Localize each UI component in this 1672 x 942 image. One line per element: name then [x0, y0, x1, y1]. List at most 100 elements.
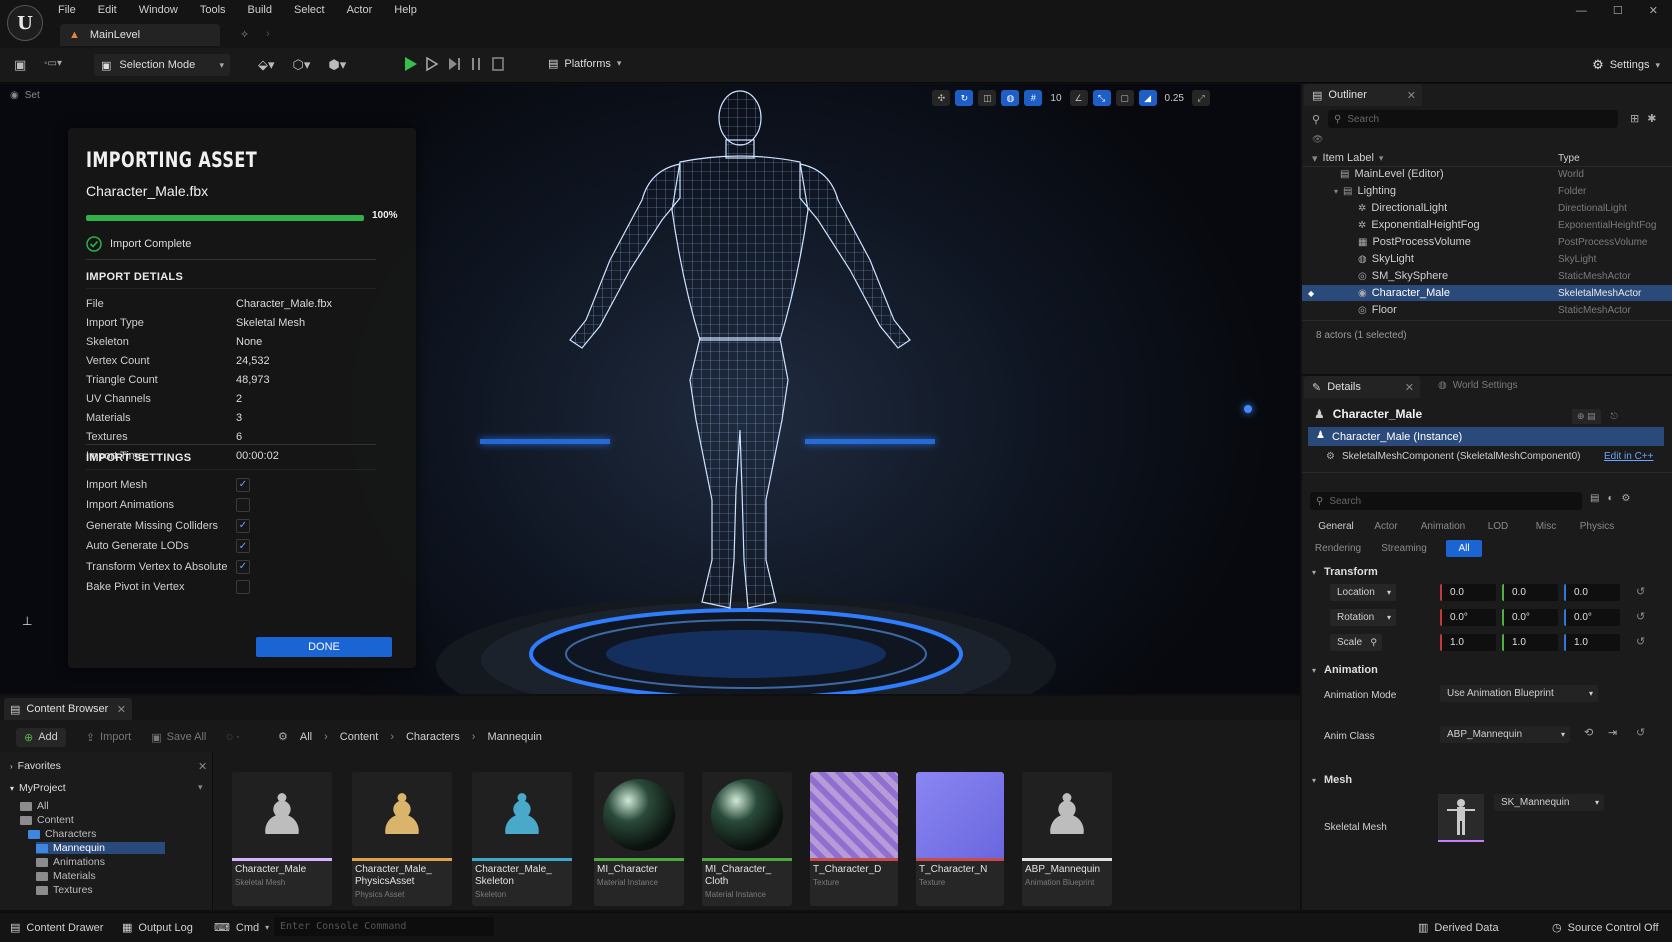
- component-row[interactable]: SkeletalMeshComponent (SkeletalMeshCompo…: [1342, 451, 1580, 462]
- menu-build[interactable]: Build: [248, 4, 272, 16]
- favorites-header[interactable]: › Favorites: [10, 760, 61, 772]
- anim-class-dropdown[interactable]: ABP_Mannequin ▾: [1440, 726, 1570, 743]
- output-log-button[interactable]: ▦ Output Log: [122, 921, 193, 935]
- grid-snap-icon[interactable]: #: [1024, 90, 1043, 106]
- reset-icon[interactable]: ↺: [1636, 635, 1645, 648]
- scale-z-field[interactable]: 1.0: [1564, 634, 1620, 651]
- outliner-settings-icon[interactable]: ✱: [1647, 112, 1656, 125]
- asset-tile[interactable]: ♟ Character_Male Skeletal Mesh: [232, 772, 332, 906]
- close-icon[interactable]: ✕: [198, 760, 207, 773]
- translate-icon[interactable]: ✣: [932, 90, 951, 106]
- source-control-icon[interactable]: ◦▭▾: [44, 58, 62, 69]
- category-actor[interactable]: Actor: [1366, 518, 1406, 535]
- add-component-icon[interactable]: ⊕ ▤: [1572, 409, 1601, 424]
- outliner-row[interactable]: ◎ SM_SkySphere StaticMeshActor: [1302, 268, 1672, 284]
- play-options-icon[interactable]: [424, 55, 440, 73]
- folder-content[interactable]: Content: [20, 814, 74, 826]
- scale-snap-icon[interactable]: ⤡: [1092, 90, 1111, 106]
- window-maximize-icon[interactable]: ☐: [1613, 4, 1623, 17]
- project-header[interactable]: ▾ MyProject: [10, 782, 66, 794]
- location-dropdown[interactable]: Location ▾: [1330, 584, 1396, 601]
- viewport-options[interactable]: ◉ Set: [10, 90, 40, 101]
- breadcrumb-content[interactable]: Content: [340, 731, 379, 743]
- category-lod[interactable]: LOD: [1480, 518, 1516, 535]
- camera-speed-value[interactable]: 0.25: [1162, 93, 1187, 104]
- rotation-y-field[interactable]: 0.0°: [1502, 609, 1558, 626]
- outliner-row[interactable]: ◍ SkyLight SkyLight: [1302, 251, 1672, 267]
- mesh-section[interactable]: ▾ Mesh: [1302, 770, 1672, 790]
- close-icon[interactable]: ✕: [117, 703, 126, 716]
- outliner-search-input[interactable]: ⚲ Search: [1328, 110, 1618, 128]
- folder-characters[interactable]: Characters: [28, 828, 96, 840]
- setting-checkbox[interactable]: ✓: [236, 518, 250, 533]
- folder-textures[interactable]: Textures: [36, 884, 93, 896]
- folder-mannequin[interactable]: Mannequin: [36, 842, 165, 854]
- property-matrix-icon[interactable]: ▤: [1590, 493, 1599, 504]
- tab-content-browser[interactable]: ▤ Content Browser ✕: [4, 698, 132, 720]
- save-all-button[interactable]: ▣ Save All: [151, 731, 206, 744]
- close-icon[interactable]: ✕: [1407, 89, 1416, 102]
- blueprint-edit-icon[interactable]: ⎋: [1611, 411, 1618, 422]
- location-y-field[interactable]: 0.0: [1502, 584, 1558, 601]
- window-close-icon[interactable]: ✕: [1649, 4, 1658, 17]
- reset-icon[interactable]: ↺: [1636, 610, 1645, 623]
- tab-world-settings[interactable]: ◍ World Settings: [1438, 380, 1518, 391]
- world-space-icon[interactable]: ◍: [1001, 90, 1020, 106]
- add-filter-icon[interactable]: ⊞: [1630, 112, 1639, 125]
- asset-tile[interactable]: MI_Character Material Instance: [594, 772, 684, 906]
- folder-materials[interactable]: Materials: [36, 870, 96, 882]
- location-x-field[interactable]: 0.0: [1440, 584, 1496, 601]
- menu-help[interactable]: Help: [394, 4, 417, 16]
- settings-menu[interactable]: ⚙ Settings ▾: [1592, 57, 1660, 73]
- setting-checkbox[interactable]: ✓: [236, 477, 250, 492]
- tab-outliner[interactable]: ▤ Outliner ✕: [1304, 84, 1422, 106]
- eject-icon[interactable]: [468, 55, 484, 73]
- outliner-row[interactable]: ◎ Floor StaticMeshActor: [1302, 302, 1672, 318]
- unreal-logo-icon[interactable]: U: [7, 5, 43, 41]
- outliner-row[interactable]: ▾ ▤ Lighting Folder: [1302, 183, 1672, 199]
- asset-tile[interactable]: ♟ Character_Male_ PhysicsAsset Physics Ass…: [352, 772, 452, 906]
- asset-tile[interactable]: T_Character_D Texture: [810, 772, 898, 906]
- history-icon[interactable]: ◌ ·: [226, 731, 239, 743]
- folder-animations[interactable]: Animations: [36, 856, 105, 868]
- asset-tile[interactable]: ♟ Character_Male_ Skeleton Skeleton: [472, 772, 572, 906]
- play-icon[interactable]: [402, 55, 418, 73]
- scale-dropdown[interactable]: Scale ⚲: [1330, 634, 1382, 651]
- cmd-dropdown[interactable]: ⌨ Cmd ▾: [214, 921, 269, 935]
- category-all[interactable]: All: [1446, 540, 1482, 557]
- animation-mode-dropdown[interactable]: Use Animation Blueprint ▾: [1440, 685, 1598, 702]
- outliner-row[interactable]: ✲ ExponentialHeightFog ExponentialHeightFo…: [1302, 217, 1672, 233]
- menu-tools[interactable]: Tools: [200, 4, 226, 16]
- column-type[interactable]: Type: [1558, 153, 1580, 164]
- edit-in-cpp-link[interactable]: Edit in C++: [1604, 451, 1653, 462]
- menu-edit[interactable]: Edit: [98, 4, 117, 16]
- folder-all[interactable]: All: [20, 800, 49, 812]
- menu-select[interactable]: Select: [294, 4, 325, 16]
- surface-snap-icon[interactable]: ▢: [1115, 90, 1134, 106]
- column-item-label[interactable]: ▾ Item Label ▾: [1312, 152, 1383, 165]
- source-control-button[interactable]: ◷ Source Control Off: [1552, 921, 1659, 935]
- console-command-input[interactable]: Enter Console Command: [274, 917, 494, 936]
- tab-details[interactable]: ✎ Details ✕: [1304, 376, 1420, 398]
- scale-y-field[interactable]: 1.0: [1502, 634, 1558, 651]
- save-icon[interactable]: ▣: [14, 57, 26, 73]
- rotation-x-field[interactable]: 0.0°: [1440, 609, 1496, 626]
- setting-checkbox[interactable]: ✓: [236, 559, 250, 574]
- rotation-dropdown[interactable]: Rotation ▾: [1330, 609, 1396, 626]
- category-physics[interactable]: Physics: [1572, 518, 1622, 535]
- rotation-snap-icon[interactable]: ∠: [1069, 90, 1088, 106]
- path-settings-icon[interactable]: ⚙: [278, 730, 288, 743]
- category-rendering[interactable]: Rendering: [1312, 540, 1364, 557]
- category-misc[interactable]: Misc: [1528, 518, 1564, 535]
- transform-section[interactable]: ▾ Transform: [1302, 562, 1672, 582]
- menu-actor[interactable]: Actor: [347, 4, 373, 16]
- reset-icon[interactable]: ↺: [1636, 726, 1645, 739]
- rotate-icon[interactable]: ↻: [955, 90, 974, 106]
- breadcrumb-mannequin[interactable]: Mannequin: [487, 731, 541, 743]
- browse-icon[interactable]: ⟲: [1584, 726, 1593, 739]
- add-content-icon[interactable]: ⬙▾: [258, 57, 275, 73]
- done-button[interactable]: DONE: [256, 637, 392, 657]
- level-document-tab[interactable]: ▲ MainLevel: [60, 24, 220, 46]
- pin-icon[interactable]: ✧: [240, 28, 249, 41]
- import-button[interactable]: ⇪ Import: [86, 731, 131, 744]
